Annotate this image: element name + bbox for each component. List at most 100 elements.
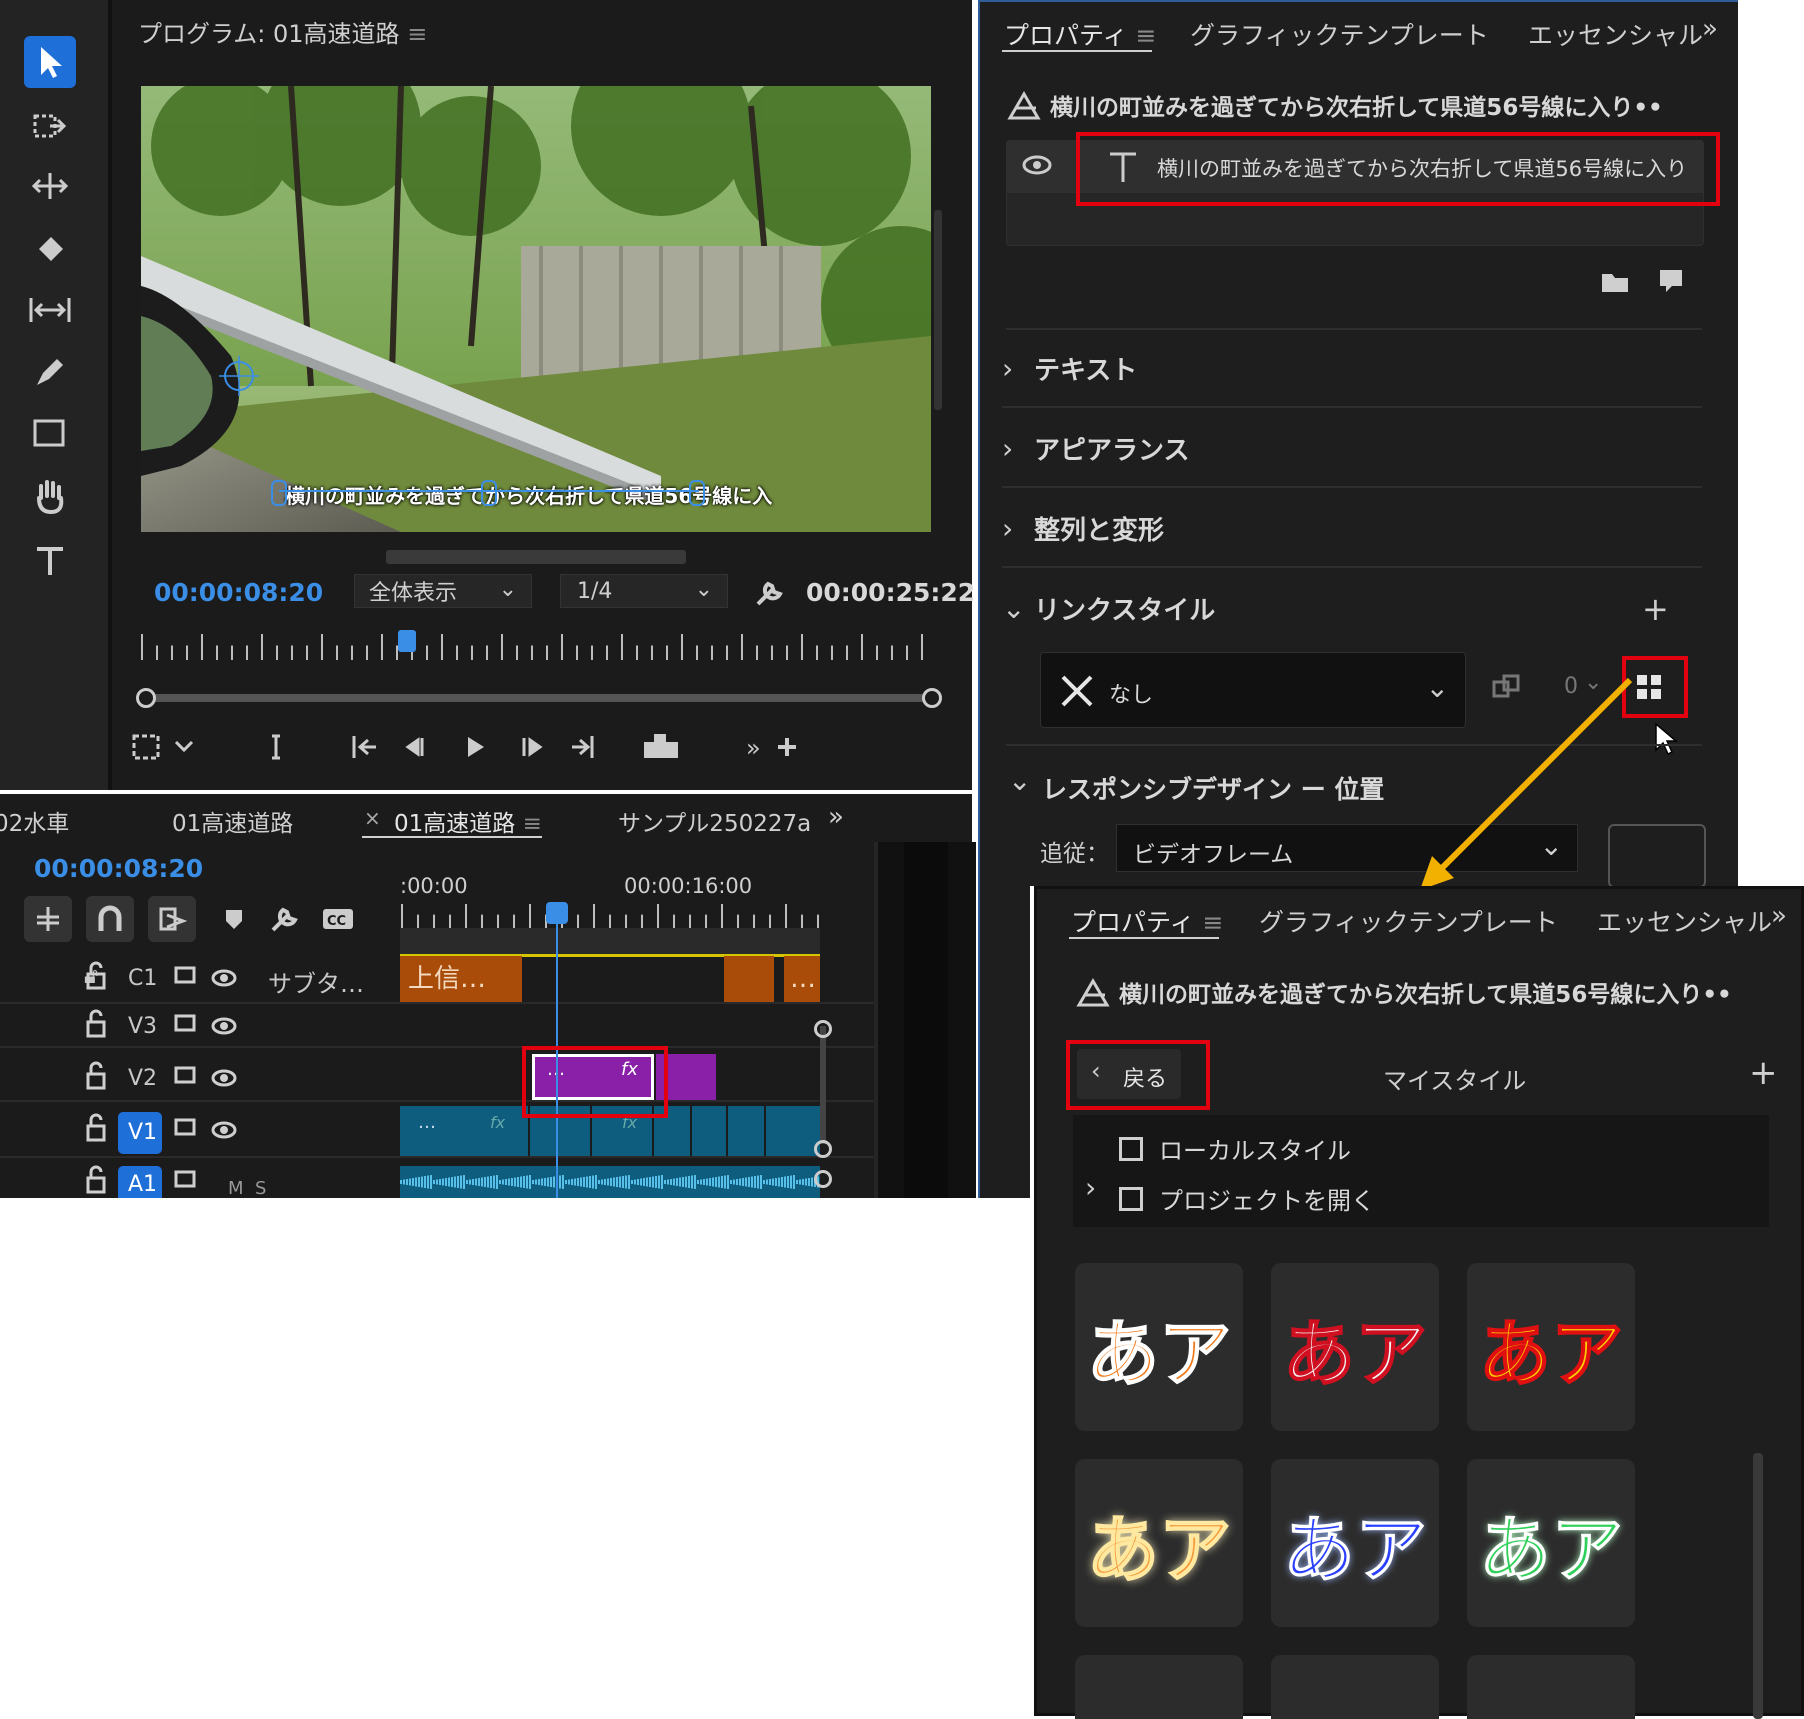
snap-magnet-icon[interactable] <box>86 896 134 942</box>
tabs-overflow-icon[interactable]: » <box>828 802 844 832</box>
svg-text:fx: fx <box>490 1113 506 1132</box>
timeline-playhead-head[interactable] <box>546 902 568 924</box>
waveform-bar <box>502 1179 504 1185</box>
waveform-bar <box>598 1180 600 1184</box>
waveform-bar <box>403 1179 405 1185</box>
tabs-more-icon[interactable]: » <box>1702 14 1718 44</box>
style-tile-orange[interactable]: あア <box>1075 1263 1243 1431</box>
caption-handle-right[interactable] <box>689 480 705 506</box>
tab-close-icon[interactable]: × <box>364 806 381 830</box>
add-style-button[interactable]: + <box>1642 590 1669 628</box>
tab-graphic-templates[interactable]: グラフィックテンプレート <box>1259 903 1558 939</box>
chevron-right-icon[interactable]: › <box>1085 1171 1096 1204</box>
local-style-checkbox[interactable] <box>1119 1137 1143 1161</box>
tab-01-active[interactable]: 01高速道路 ≡ <box>394 804 542 838</box>
linked-selection-icon[interactable] <box>148 896 196 942</box>
tabs-more-icon[interactable]: » <box>1771 901 1787 931</box>
tab-graphic-templates[interactable]: グラフィックテンプレート <box>1190 16 1489 52</box>
waveform-bar <box>607 1178 609 1186</box>
waveform-bar <box>595 1175 597 1189</box>
style-tile-partial-2[interactable] <box>1271 1655 1439 1719</box>
audio-clips-a1[interactable] <box>400 1166 820 1198</box>
zoom-bar-handle-left[interactable] <box>136 688 156 708</box>
timeline-panel: 02水車 01高速道路 × 01高速道路 ≡ サンプル250227a » 00:… <box>0 794 976 1199</box>
waveform-bar <box>694 1175 696 1189</box>
style-tile-orange-glow[interactable]: あア <box>1075 1459 1243 1627</box>
style-tile-partial-1[interactable] <box>1075 1655 1243 1719</box>
scroll-handle-top[interactable] <box>814 1020 832 1038</box>
section-align-transform[interactable]: › 整列と変形 <box>1002 490 1702 568</box>
waveform-bar <box>721 1176 723 1188</box>
section-linked-styles[interactable]: ⌄ リンクスタイル <box>1002 570 1702 646</box>
waveform-bar <box>808 1178 810 1186</box>
style-tile-white-red[interactable]: あア <box>1271 1263 1439 1431</box>
style-tile-yellow[interactable]: あア <box>1467 1263 1635 1431</box>
program-monitor-panel: プログラム: 01高速道路 ≡ 横川の町並みを過ぎてから次右折して県道56号線に… <box>112 0 975 790</box>
resolution-select[interactable]: 1/4 ⌄ <box>560 574 728 608</box>
waveform-bar <box>547 1177 549 1187</box>
work-area-bar[interactable] <box>400 928 820 957</box>
timeline-vscroll[interactable] <box>820 1026 826 1144</box>
ripple-edit-icon[interactable] <box>24 160 76 212</box>
transport-bar: » <box>128 728 958 768</box>
tab-02[interactable]: 02水車 <box>0 804 69 838</box>
graphic-shape-icon <box>1006 88 1042 122</box>
tab-essential[interactable]: エッセンシャル <box>1528 16 1703 52</box>
zoom-bar-handle-right[interactable] <box>922 688 942 708</box>
hand-icon[interactable] <box>24 470 76 522</box>
tab-properties[interactable]: プロパティ ≡ <box>1004 16 1156 52</box>
razor-icon[interactable] <box>24 222 76 274</box>
tab-properties[interactable]: プロパティ ≡ <box>1071 903 1223 939</box>
insert-nest-icon[interactable] <box>24 896 72 942</box>
selection-tool-icon[interactable] <box>24 36 76 88</box>
waveform-bar <box>751 1176 753 1188</box>
style-tile-blue[interactable]: あア <box>1271 1459 1439 1627</box>
track-select-icon[interactable] <box>24 100 76 152</box>
waveform-bar <box>745 1177 747 1187</box>
folder-icon[interactable] <box>1600 270 1630 294</box>
settings-wrench-icon[interactable] <box>260 896 308 942</box>
pen-icon[interactable] <box>24 346 76 398</box>
responsive-design-title[interactable]: レスポンシブデザイン ー 位置 <box>1042 770 1384 806</box>
eye-icon[interactable] <box>1021 153 1053 177</box>
monitor-vscroll[interactable] <box>934 210 942 410</box>
marker-icon[interactable] <box>210 896 258 942</box>
caption-clip-2[interactable] <box>724 956 774 1002</box>
zoom-select[interactable]: 全体表示 ⌄ <box>354 574 532 608</box>
scroll-handle-audio[interactable] <box>814 1170 832 1188</box>
waveform-bar <box>424 1176 426 1188</box>
captions-icon[interactable]: CC <box>314 896 362 942</box>
section-appearance[interactable]: › アピアランス <box>1002 410 1702 488</box>
add-style-button[interactable]: + <box>1749 1053 1778 1093</box>
monitor-zoom-bar[interactable] <box>142 694 928 702</box>
caption-clip-3[interactable]: … <box>784 956 820 1002</box>
open-project-label[interactable]: プロジェクトを開く <box>1159 1181 1375 1216</box>
wrench-icon[interactable] <box>754 578 784 608</box>
current-timecode[interactable]: 00:00:08:20 <box>154 578 323 607</box>
section-text[interactable]: › テキスト <box>1002 330 1702 408</box>
style-tile-green[interactable]: あア <box>1467 1459 1635 1627</box>
timeline-ruler[interactable] <box>400 902 820 930</box>
waveform-bar <box>793 1175 795 1189</box>
chevron-down-icon: ⌄ <box>1008 764 1032 797</box>
monitor-ruler[interactable] <box>140 632 930 662</box>
caption-clip-1[interactable]: 上信… <box>400 956 522 1002</box>
monitor-scrollbar[interactable] <box>386 550 686 564</box>
scroll-handle-bottom[interactable] <box>814 1140 832 1158</box>
caption-handle-mid[interactable] <box>481 480 497 506</box>
waveform-bar <box>511 1178 513 1186</box>
type-tool-icon[interactable] <box>24 534 76 586</box>
playhead-marker[interactable] <box>398 630 416 652</box>
rectangle-icon[interactable] <box>24 408 76 460</box>
tab-essential[interactable]: エッセンシャル <box>1597 903 1772 939</box>
open-project-checkbox[interactable] <box>1119 1187 1143 1211</box>
style-tile-partial-3[interactable] <box>1467 1655 1635 1719</box>
new-layer-icon[interactable] <box>1658 268 1684 294</box>
slip-icon[interactable] <box>24 284 76 336</box>
tab-01-first[interactable]: 01高速道路 <box>172 804 293 838</box>
local-style-label[interactable]: ローカルスタイル <box>1159 1131 1351 1166</box>
timeline-timecode[interactable]: 00:00:08:20 <box>34 854 203 883</box>
tab-sample[interactable]: サンプル250227a <box>618 804 811 838</box>
caption-handle-left[interactable] <box>271 480 287 506</box>
styles-scrollbar[interactable] <box>1753 1453 1763 1719</box>
